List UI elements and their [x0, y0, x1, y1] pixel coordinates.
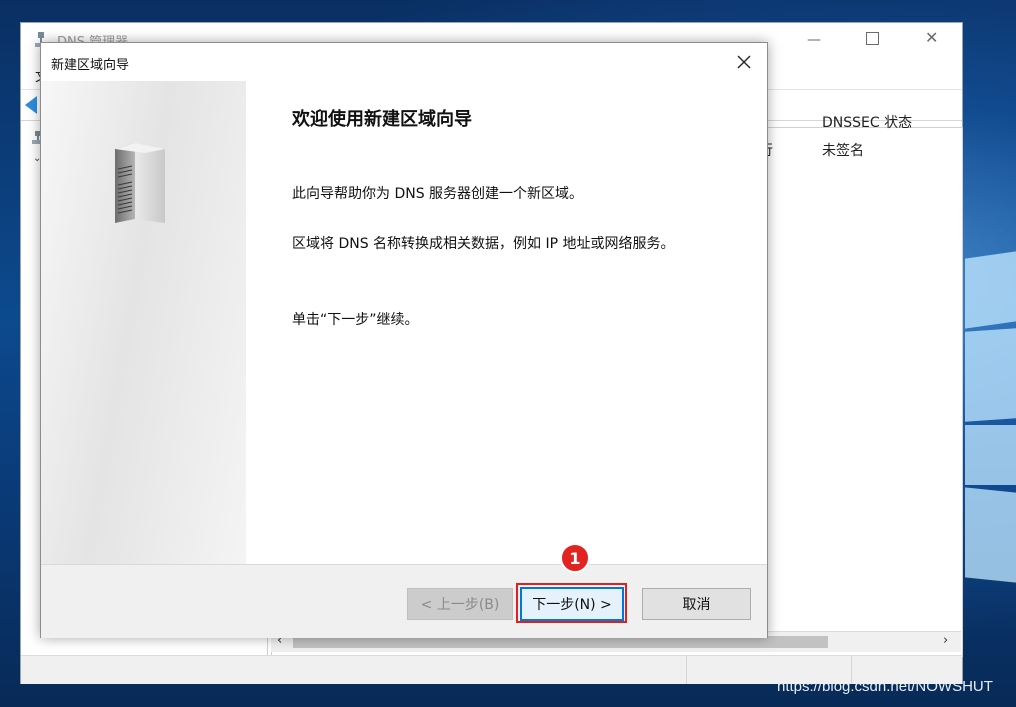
column-header-dnssec-status[interactable]: DNSSEC 状态 [822, 112, 912, 132]
step-marker-badge: 1 [560, 543, 590, 573]
cancel-button[interactable]: 取消 [642, 588, 751, 620]
new-zone-wizard-dialog: 新建区域向导 欢迎使用新建区域向导 此向导帮助你为 DNS 服务器创建一个新区域… [40, 42, 768, 638]
server-icon [115, 143, 165, 223]
dialog-title: 新建区域向导 [51, 58, 130, 73]
scroll-right-icon[interactable]: › [943, 633, 948, 648]
wizard-heading: 欢迎使用新建区域向导 [292, 109, 472, 130]
back-button[interactable]: < 上一步(B) [407, 588, 513, 620]
close-icon[interactable] [731, 49, 757, 75]
close-icon[interactable]: ✕ [925, 30, 938, 46]
maximize-icon[interactable] [866, 32, 879, 45]
cell-dnssec-status: 未签名 [822, 143, 864, 159]
wizard-side-banner [41, 81, 246, 564]
dialog-button-bar: < 上一步(B) 下一步(N) > 取消 [41, 564, 767, 638]
watermark-text: https://blog.csdn.net/NOWSHUT [777, 678, 993, 695]
next-button[interactable]: 下一步(N) > [520, 587, 624, 621]
minimize-icon[interactable]: — [807, 33, 821, 47]
wizard-instruction: 单击“下一步”继续。 [292, 312, 419, 328]
wizard-description-1: 此向导帮助你为 DNS 服务器创建一个新区域。 [292, 186, 584, 202]
wizard-description-2: 区域将 DNS 名称转换成相关数据，例如 IP 地址或网络服务。 [292, 236, 675, 252]
dialog-titlebar: 新建区域向导 [41, 43, 767, 81]
back-arrow-icon[interactable] [25, 96, 37, 114]
